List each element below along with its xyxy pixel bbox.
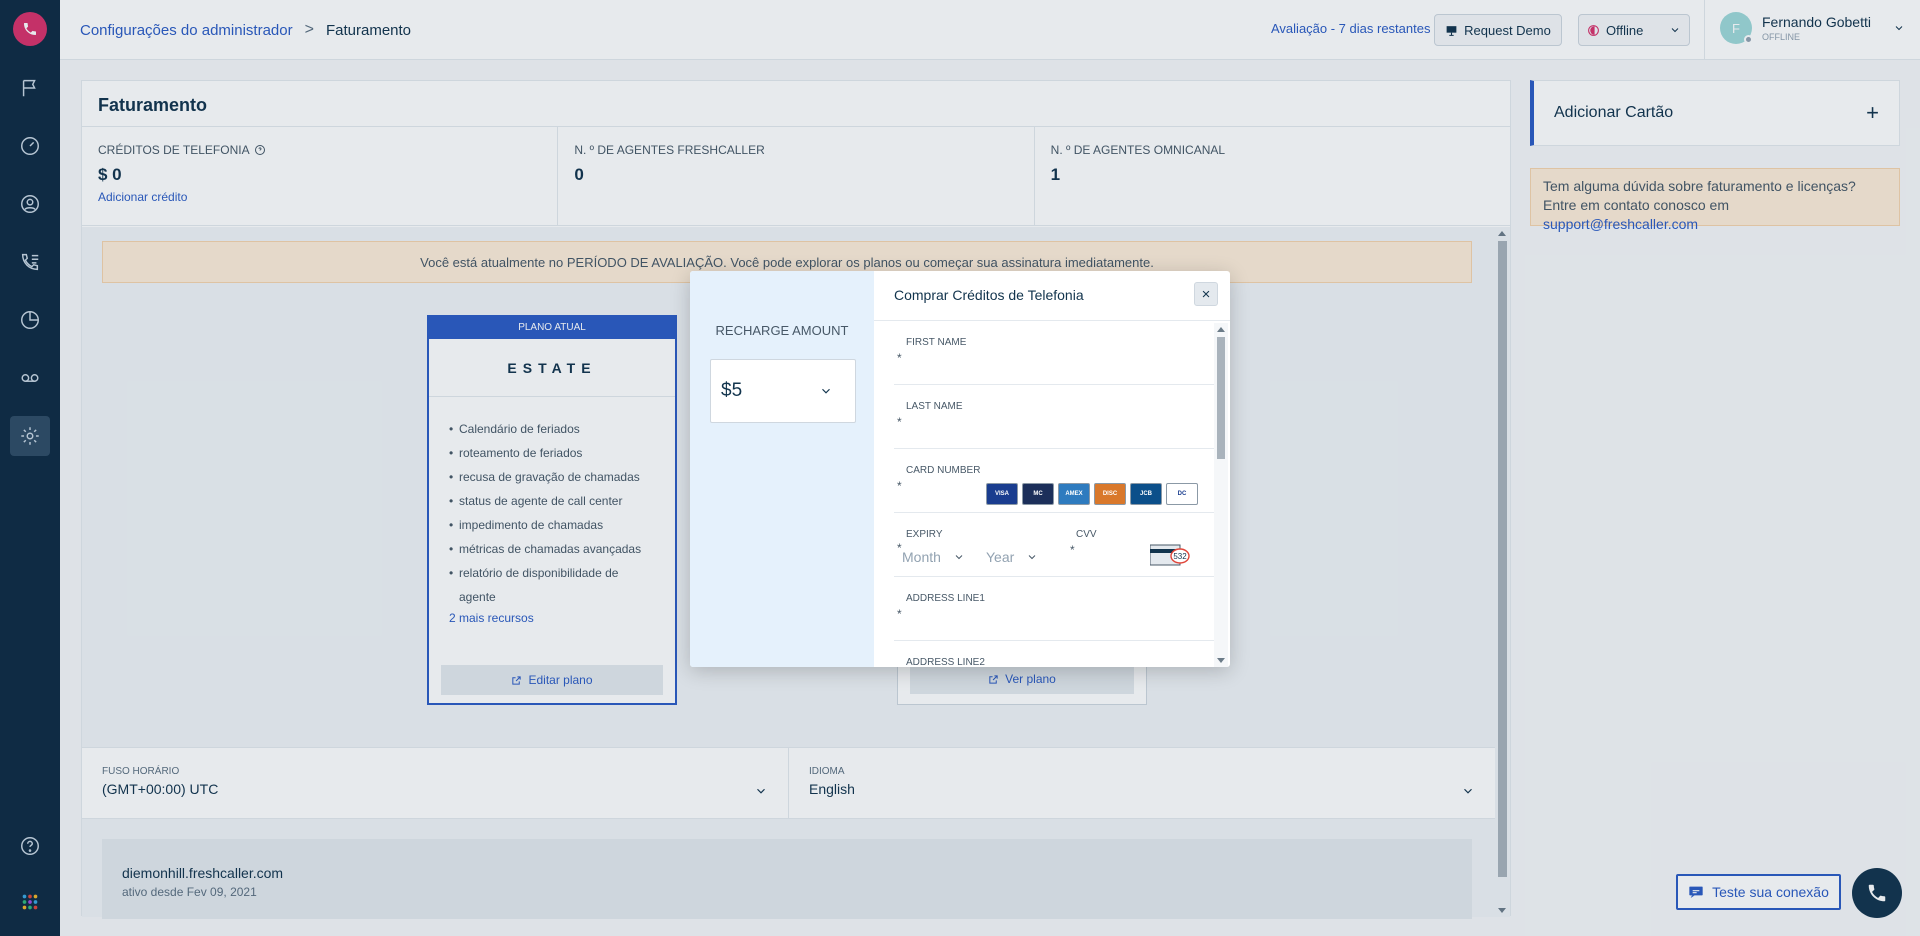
recharge-amount-value: $5 (721, 380, 743, 401)
card-brand-logos: VISA MC AMEX DISC JCB DC (986, 483, 1198, 505)
field-label: ADDRESS LINE1 (906, 593, 985, 604)
required-mark: * (897, 351, 902, 365)
field-label: CARD NUMBER (906, 465, 981, 476)
required-mark: * (897, 415, 902, 429)
address-line2-field[interactable]: ADDRESS LINE2 (894, 641, 1214, 667)
chevron-down-icon (1028, 555, 1036, 560)
field-label: EXPIRY (906, 529, 943, 540)
year-placeholder: Year (986, 549, 1015, 565)
card-number-field[interactable]: CARD NUMBER * VISA MC AMEX DISC JCB DC (894, 449, 1214, 513)
payment-form: FIRST NAME * LAST NAME * CARD NUMBER * V… (894, 321, 1214, 667)
month-placeholder: Month (902, 549, 941, 565)
required-mark: * (1070, 543, 1075, 557)
scrollbar-thumb[interactable] (1217, 337, 1225, 459)
visa-logo: VISA (986, 483, 1018, 505)
expiry-year-select[interactable]: Year (986, 549, 1038, 565)
field-label: LAST NAME (906, 401, 963, 412)
recharge-amount-label: RECHARGE AMOUNT (715, 323, 849, 338)
close-button[interactable]: × (1194, 282, 1218, 306)
expiry-month-select[interactable]: Month (902, 549, 965, 565)
chevron-down-icon (822, 388, 830, 394)
field-label: ADDRESS LINE2 (906, 657, 985, 667)
recharge-panel: RECHARGE AMOUNT $5 (690, 271, 874, 667)
discover-logo: DISC (1094, 483, 1126, 505)
mastercard-logo: MC (1022, 483, 1054, 505)
modal-title: Comprar Créditos de Telefonia (894, 287, 1084, 303)
required-mark: * (897, 479, 902, 493)
jcb-logo: JCB (1130, 483, 1162, 505)
scroll-down-arrow[interactable] (1217, 658, 1225, 663)
address-line1-field[interactable]: ADDRESS LINE1 * (894, 577, 1214, 641)
field-label: CVV (1076, 529, 1097, 540)
amex-logo: AMEX (1058, 483, 1090, 505)
required-mark: * (897, 607, 902, 621)
chevron-down-icon (955, 555, 963, 560)
field-label: FIRST NAME (906, 337, 967, 348)
diners-club-logo: DC (1166, 483, 1198, 505)
first-name-field[interactable]: FIRST NAME * (894, 321, 1214, 385)
expiry-cvv-row: EXPIRY CVV * * Month Year 532 (894, 513, 1214, 577)
form-scrollbar[interactable] (1214, 323, 1228, 667)
last-name-field[interactable]: LAST NAME * (894, 385, 1214, 449)
cvv-hint-icon: 532 (1150, 544, 1190, 566)
required-mark: * (897, 541, 902, 555)
cvv-sample-text: 532 (1173, 552, 1187, 561)
scroll-up-arrow[interactable] (1217, 327, 1225, 332)
recharge-amount-dropdown[interactable]: $5 (710, 359, 856, 423)
buy-credits-modal: RECHARGE AMOUNT $5 Comprar Créditos de T… (690, 271, 1230, 667)
